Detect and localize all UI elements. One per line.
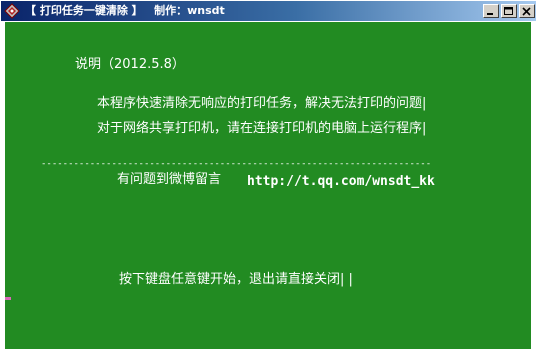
text-cursor xyxy=(5,297,11,300)
contact-label: 有问题到微博留言 xyxy=(117,172,222,187)
printer-app-icon[interactable] xyxy=(4,3,20,19)
header-text: 说明（2012.5.8） xyxy=(75,57,185,72)
window-title: 【 打印任务一键清除 】 制作：wnsdt xyxy=(25,4,225,17)
minimize-icon xyxy=(487,13,493,15)
window-controls xyxy=(483,3,535,19)
description-line-2: 对于网络共享打印机，请在连接打印机的电脑上运行程序| xyxy=(97,121,427,136)
contact-url: http://t.qq.com/wnsdt_kk xyxy=(247,174,435,189)
console-window: 【 打印任务一键清除 】 制作：wnsdt 说明（2012.5.8） 本程序快速… xyxy=(0,0,536,352)
close-button[interactable] xyxy=(519,4,535,18)
description-line-1: 本程序快速清除无响应的打印任务，解决无法打印的问题| xyxy=(97,96,427,111)
separator-line: ----------------------------------------… xyxy=(41,159,432,169)
title-bar[interactable]: 【 打印任务一键清除 】 制作：wnsdt xyxy=(1,1,536,21)
console-output[interactable]: 说明（2012.5.8） 本程序快速清除无响应的打印任务，解决无法打印的问题| … xyxy=(5,22,531,349)
minimize-button[interactable] xyxy=(483,4,499,18)
start-prompt: 按下键盘任意键开始，退出请直接关闭| | xyxy=(119,272,353,287)
close-icon xyxy=(522,7,531,16)
maximize-button[interactable] xyxy=(501,4,517,18)
maximize-icon xyxy=(504,7,513,15)
